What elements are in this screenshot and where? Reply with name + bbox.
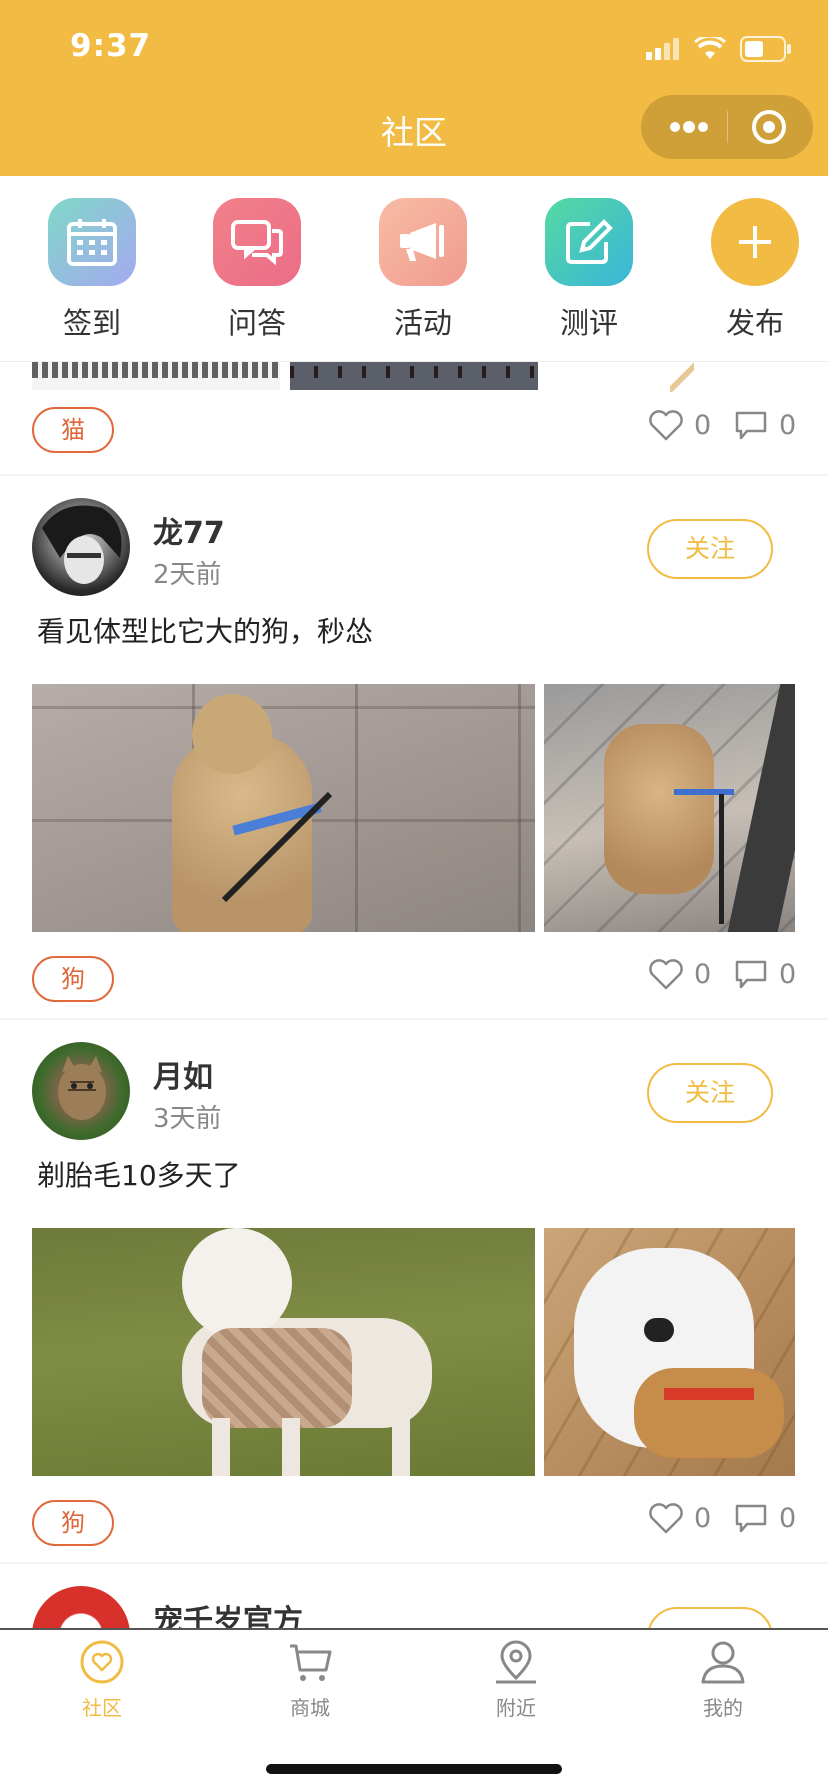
battery-icon	[740, 36, 791, 62]
post-image[interactable]	[32, 362, 280, 390]
post-feed[interactable]: 猫 0 0 龙77 2天前 关注 看见体型比它大的狗，秒怂 狗 0 0 月如 3…	[0, 362, 828, 1628]
location-icon	[496, 1640, 536, 1684]
tab-label: 商城	[290, 1696, 330, 1720]
post-time: 2天前	[153, 560, 222, 590]
comment-count: 0	[779, 1502, 797, 1534]
comment-stat[interactable]: 0	[733, 409, 796, 441]
post-image[interactable]	[544, 1228, 795, 1476]
community-icon	[80, 1640, 124, 1684]
home-indicator[interactable]	[266, 1764, 562, 1774]
tab-label: 附近	[496, 1696, 536, 1720]
post-tag[interactable]: 猫	[32, 407, 114, 453]
miniprogram-capsule	[641, 95, 813, 159]
comment-count: 0	[779, 409, 797, 441]
tab-label: 我的	[703, 1696, 743, 1720]
post-card: 宠千岁官方	[0, 1564, 828, 1628]
post-tag[interactable]: 狗	[32, 1500, 114, 1546]
quick-item-label: 发布	[725, 306, 784, 340]
tab-nearby[interactable]: 附近	[456, 1638, 576, 1721]
user-icon	[701, 1641, 745, 1684]
like-stat[interactable]: 0	[648, 409, 711, 441]
like-count: 0	[694, 409, 712, 441]
post-card: 猫 0 0	[0, 362, 828, 474]
like-stat[interactable]: 0	[648, 1502, 711, 1534]
status-icons	[646, 36, 792, 62]
edit-icon	[545, 198, 633, 286]
cart-icon	[290, 1644, 332, 1681]
calendar-icon	[48, 198, 136, 286]
chat-bubbles-icon	[213, 198, 301, 286]
comment-stat[interactable]: 0	[733, 958, 796, 990]
tab-shop[interactable]: 商城	[250, 1638, 370, 1721]
heart-icon	[649, 1503, 683, 1534]
post-image[interactable]	[32, 1228, 535, 1476]
tab-mine[interactable]: 我的	[663, 1638, 783, 1721]
post-card: 月如 3天前 关注 剃胎毛10多天了 狗 0 0	[0, 1020, 828, 1564]
nav-header: 9:37 社区	[0, 0, 828, 176]
quick-menu: 签到 问答 活动 测评 发布	[0, 176, 828, 362]
comment-count: 0	[779, 958, 797, 990]
wifi-icon	[694, 37, 726, 59]
post-tag[interactable]: 狗	[32, 956, 114, 1002]
quick-item-activity[interactable]: 活动	[363, 198, 483, 342]
quick-item-qa[interactable]: 问答	[197, 198, 317, 342]
quick-item-label: 测评	[559, 306, 618, 340]
post-image[interactable]	[544, 684, 795, 932]
tab-community[interactable]: 社区	[42, 1638, 162, 1721]
close-miniprogram-icon[interactable]	[751, 109, 787, 145]
like-count: 0	[694, 958, 712, 990]
quick-item-label: 问答	[227, 306, 286, 340]
post-time: 3天前	[153, 1104, 222, 1134]
comment-stat[interactable]: 0	[733, 1502, 796, 1534]
quick-item-publish[interactable]: 发布	[695, 198, 815, 342]
heart-icon	[649, 410, 683, 441]
signal-icon	[646, 38, 679, 60]
more-icon[interactable]	[665, 113, 713, 141]
post-text: 剃胎毛10多天了	[37, 1159, 241, 1192]
post-image[interactable]	[32, 684, 535, 932]
avatar[interactable]	[32, 1042, 130, 1140]
status-time: 9:37	[70, 28, 152, 64]
avatar[interactable]	[32, 1586, 130, 1628]
username[interactable]: 月如	[153, 1052, 213, 1096]
comment-icon	[735, 411, 767, 440]
comment-icon	[735, 960, 767, 989]
quick-item-review[interactable]: 测评	[529, 198, 649, 342]
post-image-fragment	[670, 362, 694, 392]
heart-icon	[649, 959, 683, 990]
avatar[interactable]	[32, 498, 130, 596]
capsule-divider	[727, 111, 728, 143]
follow-button[interactable]	[647, 1607, 773, 1628]
post-text: 看见体型比它大的狗，秒怂	[37, 615, 374, 648]
quick-item-label: 签到	[62, 306, 121, 340]
plus-icon	[711, 198, 799, 286]
megaphone-icon	[379, 198, 467, 286]
quick-item-checkin[interactable]: 签到	[32, 198, 152, 342]
follow-button[interactable]: 关注	[647, 1063, 773, 1123]
like-count: 0	[694, 1502, 712, 1534]
follow-button[interactable]: 关注	[647, 519, 773, 579]
like-stat[interactable]: 0	[648, 958, 711, 990]
tab-label: 社区	[82, 1696, 122, 1720]
username[interactable]: 宠千岁官方	[153, 1596, 303, 1628]
quick-item-label: 活动	[393, 306, 452, 340]
post-image[interactable]	[290, 362, 538, 390]
username[interactable]: 龙77	[153, 508, 225, 552]
comment-icon	[735, 1504, 767, 1533]
post-card: 龙77 2天前 关注 看见体型比它大的狗，秒怂 狗 0 0	[0, 476, 828, 1020]
